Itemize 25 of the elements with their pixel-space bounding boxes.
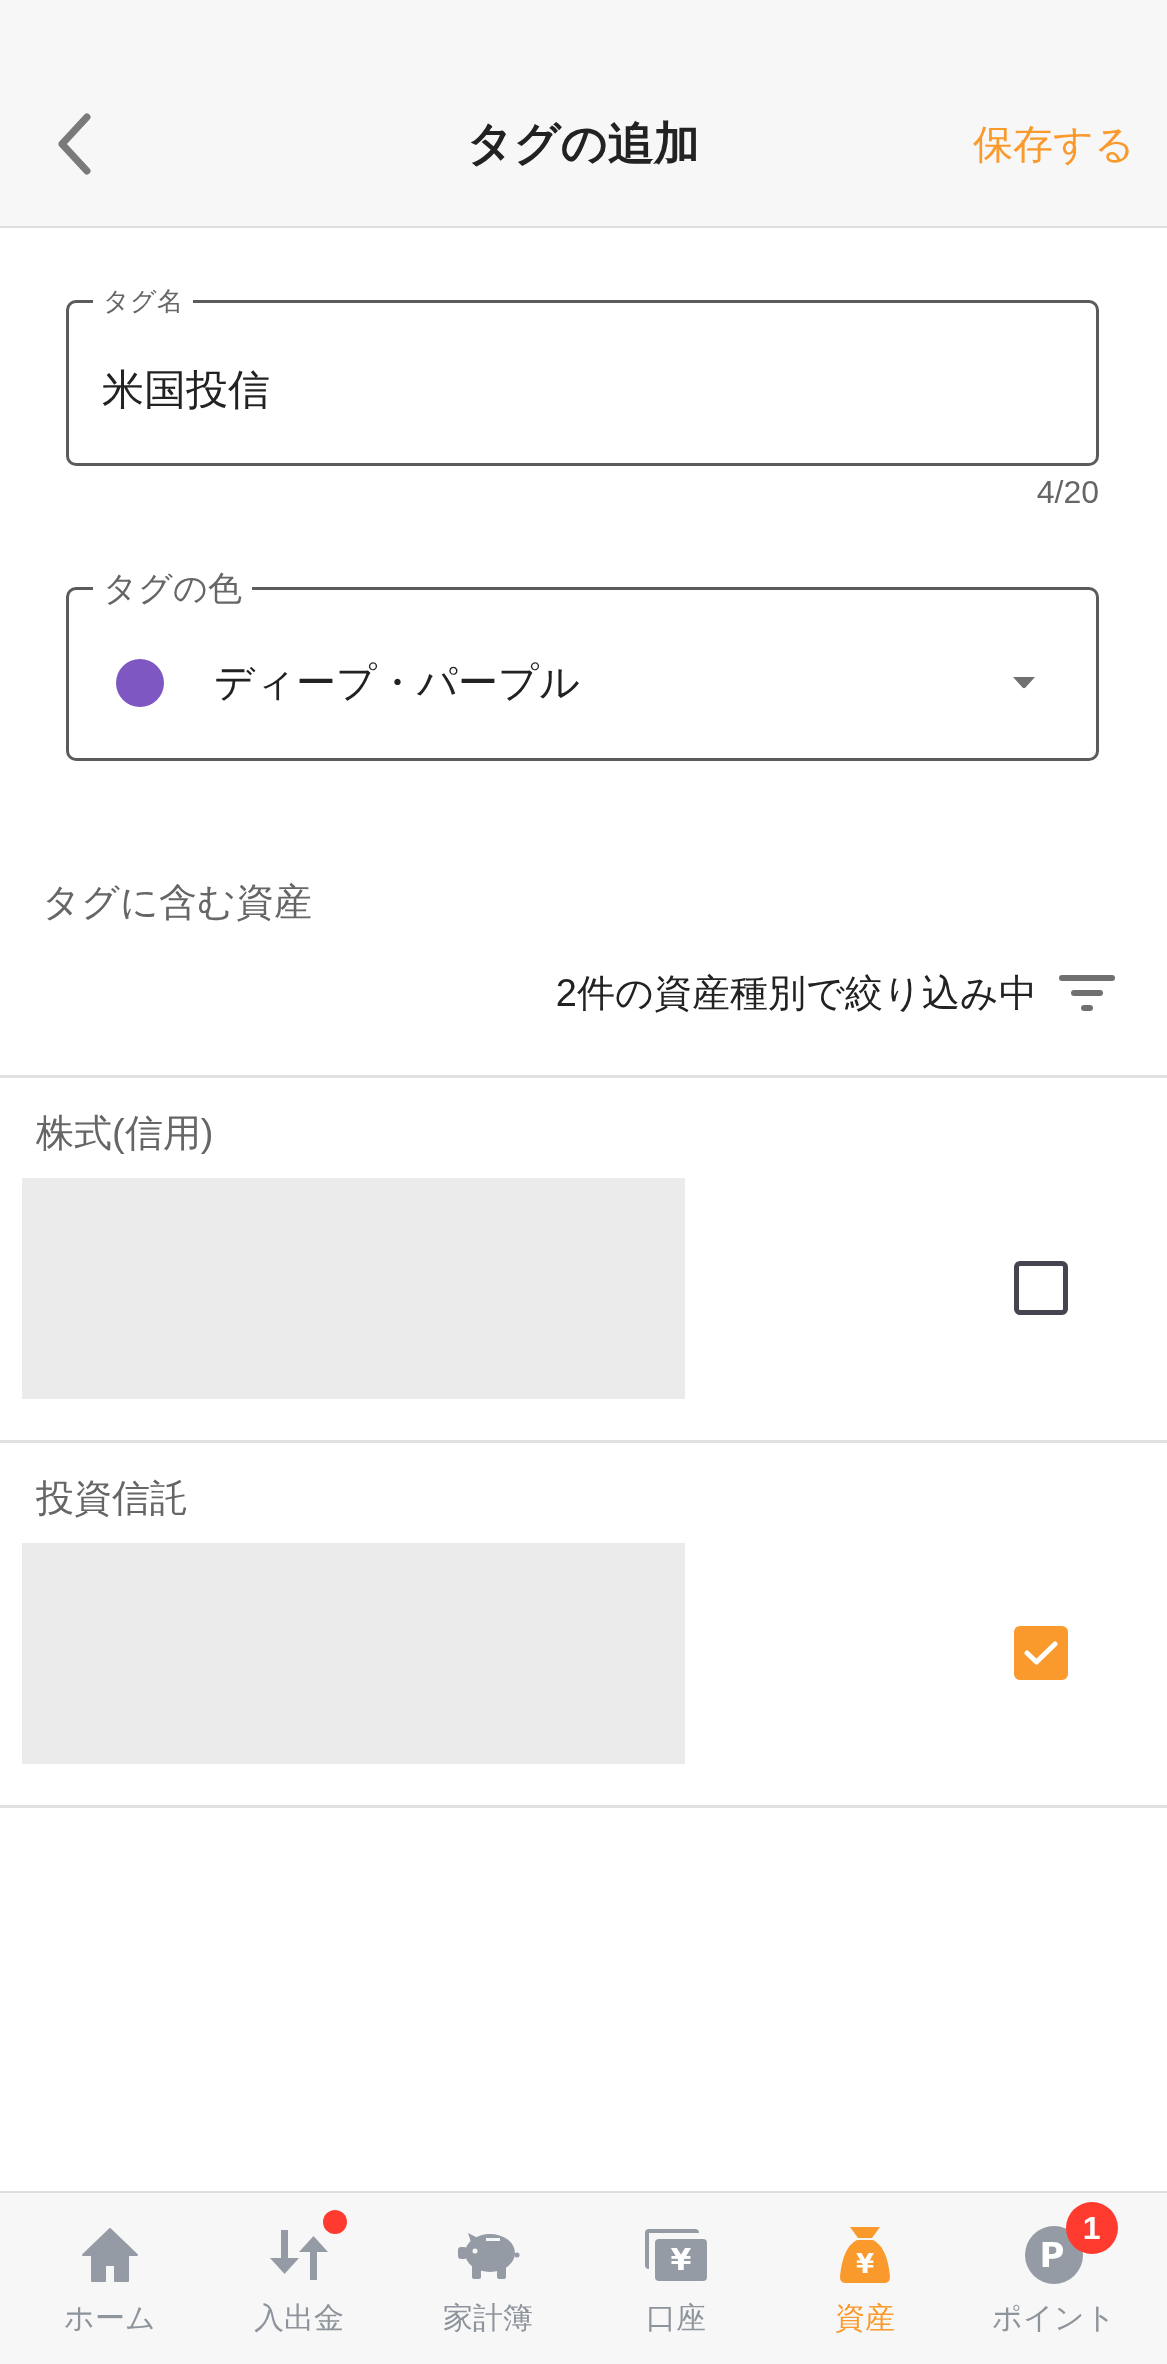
- tab-bar-item[interactable]: P 1 ポイント: [959, 2193, 1149, 2364]
- asset-type-label: 投資信託: [35, 1476, 189, 1521]
- caret-down-icon: [1012, 676, 1036, 690]
- tag-name-field[interactable]: タグ名 米国投信: [66, 287, 1099, 466]
- back-button[interactable]: [58, 113, 92, 175]
- home-icon: [81, 2227, 140, 2283]
- count-badge: 1: [1065, 2202, 1118, 2254]
- checkbox[interactable]: [1014, 1626, 1068, 1681]
- checkmark-icon: [1024, 1640, 1058, 1667]
- field-label: タグの色: [102, 568, 243, 608]
- tab-bar-item[interactable]: ¥ 口座: [582, 2193, 771, 2364]
- field-label: タグ名: [102, 287, 184, 317]
- tab-bar-item[interactable]: ホーム: [16, 2193, 205, 2364]
- filter-button[interactable]: 2件の資産種別で絞り込み中: [555, 968, 1115, 1019]
- character-counter: 4/20: [1036, 473, 1099, 511]
- save-button[interactable]: 保存する: [973, 116, 1135, 172]
- filter-icon: [1059, 974, 1115, 1013]
- chevron-left-icon: [58, 113, 92, 175]
- tab-bar-item[interactable]: ¥ 資産: [770, 2193, 960, 2364]
- tab-bar-item[interactable]: 入出金: [204, 2193, 394, 2364]
- page-title: タグの追加: [467, 116, 700, 171]
- section-heading: タグに含む資産: [41, 880, 313, 925]
- checkbox[interactable]: [1014, 1261, 1068, 1316]
- asset-type-label: 株式(信用): [35, 1111, 215, 1156]
- tab-bar-item[interactable]: 家計簿: [393, 2193, 582, 2364]
